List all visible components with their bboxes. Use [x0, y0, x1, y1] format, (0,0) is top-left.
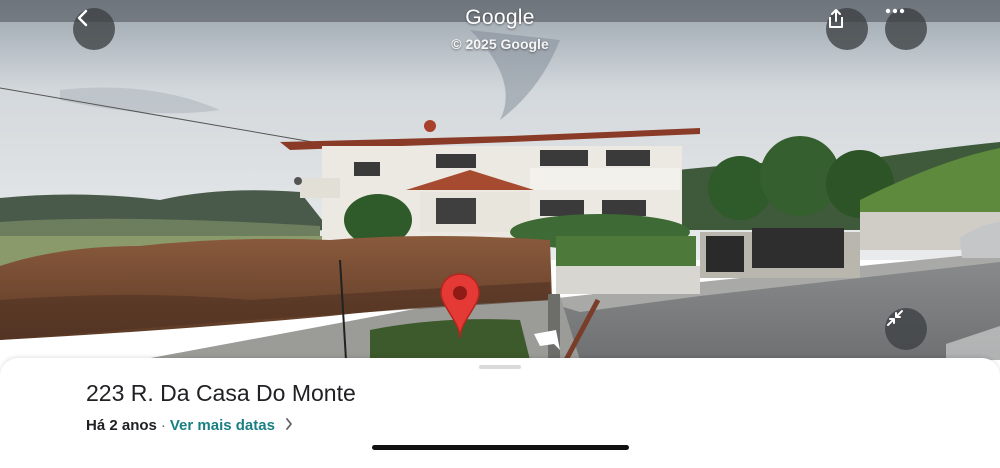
separator-dot: ·: [160, 417, 166, 434]
place-info-sheet[interactable]: 223 R. Da Casa Do Monte Há 2 anos · Ver …: [0, 358, 1000, 468]
place-address: 223 R. Da Casa Do Monte: [86, 380, 356, 406]
sheet-drag-handle[interactable]: [479, 365, 521, 369]
minimize-view-button[interactable]: [885, 308, 927, 350]
share-button[interactable]: [826, 8, 868, 50]
imagery-age: Há 2 anos: [86, 417, 157, 434]
imagery-date-row: Há 2 anos · Ver mais datas: [86, 417, 293, 434]
more-dates-link[interactable]: Ver mais datas: [170, 417, 275, 434]
home-indicator[interactable]: [372, 445, 629, 450]
chevron-right-icon[interactable]: [285, 417, 293, 434]
more-options-button[interactable]: [885, 8, 927, 50]
back-button[interactable]: [73, 8, 115, 50]
location-pin-icon: [438, 272, 482, 342]
